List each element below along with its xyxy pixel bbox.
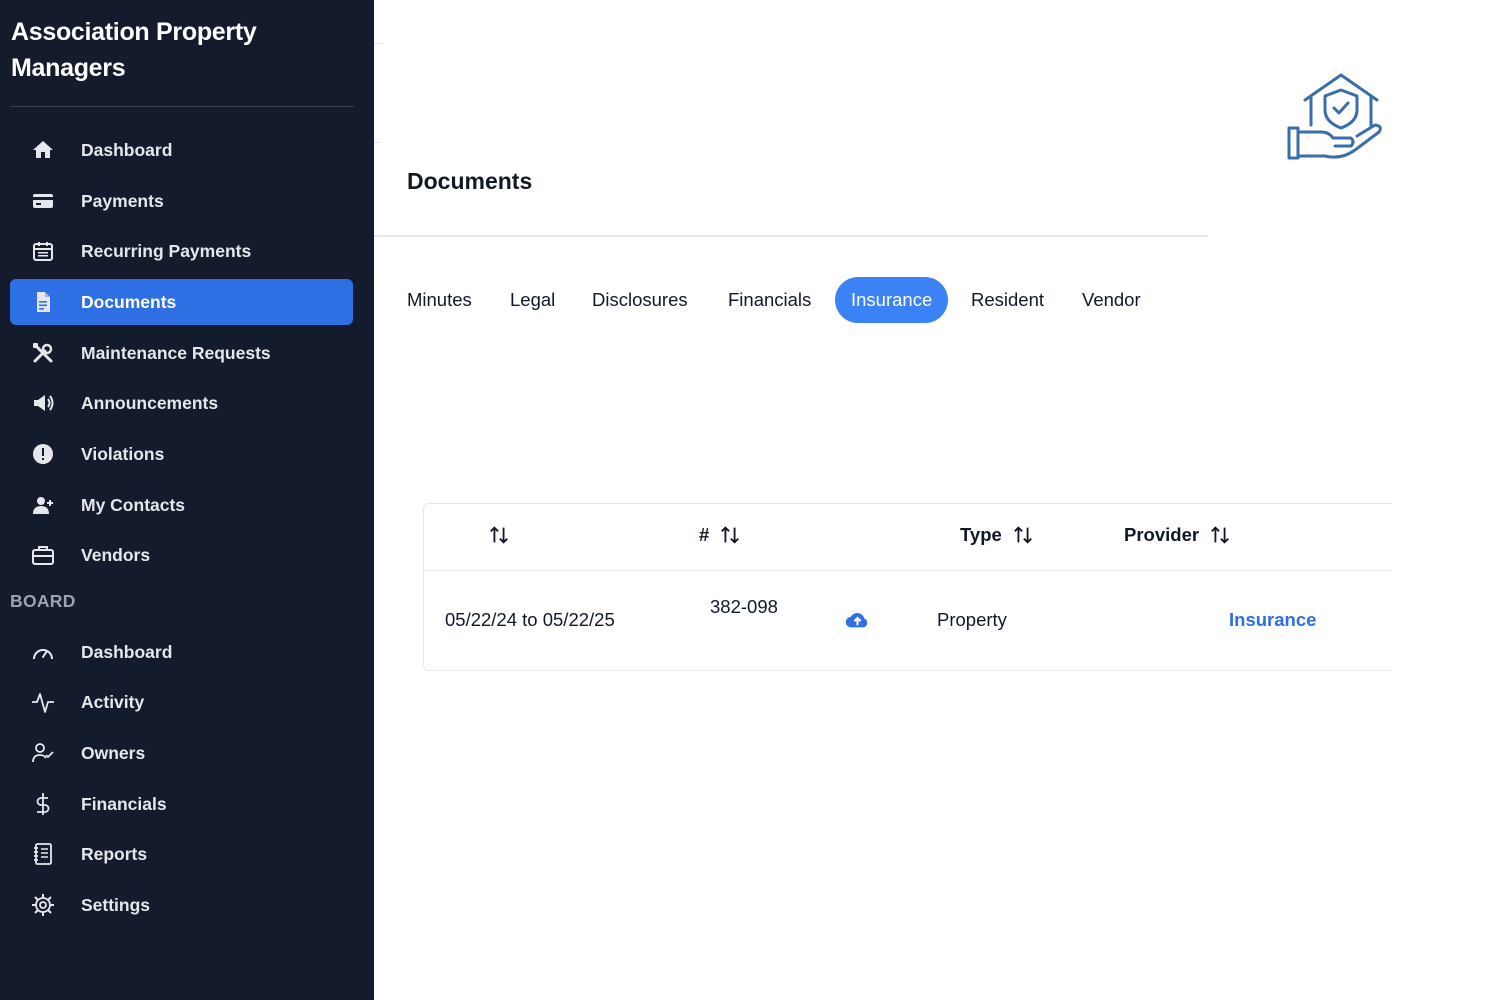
sidebar-item-financials[interactable]: Financials xyxy=(10,781,353,827)
sidebar-divider xyxy=(10,106,354,107)
cell-type: Property xyxy=(937,609,1007,630)
sidebar-item-maintenance-requests[interactable]: Maintenance Requests xyxy=(10,330,353,376)
header-divider xyxy=(374,235,1208,237)
column-header-label: Provider xyxy=(1124,524,1200,545)
column-header-date[interactable] xyxy=(478,524,510,546)
sidebar-item-settings[interactable]: Settings xyxy=(10,882,353,928)
sidebar-item-label: My Contacts xyxy=(81,494,186,515)
sort-icon xyxy=(1013,526,1032,544)
calendar-icon xyxy=(30,238,56,264)
column-header-label: Type xyxy=(960,524,1002,545)
tab-disclosures[interactable]: Disclosures xyxy=(592,277,688,323)
sidebar-item-label: Maintenance Requests xyxy=(81,342,271,363)
cell-provider-link[interactable]: Insurance xyxy=(1229,609,1316,631)
board-section-label: BOARD xyxy=(10,591,76,611)
sidebar-item-label: Settings xyxy=(81,894,151,915)
tab-vendor[interactable]: Vendor xyxy=(1082,277,1141,323)
home-icon xyxy=(30,137,56,163)
tab-financials[interactable]: Financials xyxy=(728,277,811,323)
tab-minutes[interactable]: Minutes xyxy=(407,277,472,323)
sidebar-item-activity[interactable]: Activity xyxy=(10,679,353,725)
sidebar-item-recurring-payments[interactable]: Recurring Payments xyxy=(10,228,353,274)
sidebar: Association Property Managers Dashboard … xyxy=(0,0,374,1000)
sidebar-item-documents[interactable]: Documents xyxy=(10,279,353,325)
divider xyxy=(374,142,380,143)
activity-icon xyxy=(30,689,56,715)
user-plus-icon xyxy=(30,492,56,518)
page-title: Documents xyxy=(407,168,533,194)
sidebar-item-announcements[interactable]: Announcements xyxy=(10,380,353,426)
sidebar-item-payments[interactable]: Payments xyxy=(10,178,353,224)
credit-card-icon xyxy=(30,188,56,214)
table-header-divider xyxy=(424,570,1392,571)
tab-resident[interactable]: Resident xyxy=(971,277,1044,323)
wrench-screwdriver-icon xyxy=(30,340,56,366)
dollar-icon xyxy=(30,791,56,817)
sidebar-item-label: Recurring Payments xyxy=(81,240,252,261)
sidebar-item-owners[interactable]: Owners xyxy=(10,730,353,776)
briefcase-icon xyxy=(30,542,56,568)
sidebar-item-label: Violations xyxy=(81,443,165,464)
divider xyxy=(374,43,383,44)
sidebar-item-dashboard[interactable]: Dashboard xyxy=(10,127,353,173)
sidebar-item-reports[interactable]: Reports xyxy=(10,831,353,877)
app-title: Association Property Managers xyxy=(11,18,257,82)
column-header-number[interactable]: # xyxy=(699,524,741,546)
sort-icon xyxy=(490,526,508,544)
sidebar-item-label: Payments xyxy=(81,190,164,211)
sidebar-item-label: Vendors xyxy=(81,544,151,565)
gauge-icon xyxy=(30,639,56,665)
sidebar-item-violations[interactable]: Violations xyxy=(10,431,353,477)
column-header-provider[interactable]: Provider xyxy=(1124,524,1231,546)
sidebar-item-label: Documents xyxy=(81,291,177,312)
sidebar-item-board-dashboard[interactable]: Dashboard xyxy=(10,629,353,675)
column-header-label: # xyxy=(699,524,710,545)
cell-date-range: 05/22/24 to 05/22/25 xyxy=(445,609,615,630)
megaphone-icon xyxy=(30,390,56,416)
sidebar-item-label: Announcements xyxy=(81,392,219,413)
insurance-house-hand-icon xyxy=(1285,70,1385,170)
cell-number: 382-098 xyxy=(710,596,778,617)
notebook-icon xyxy=(30,841,56,867)
page-edge-mask xyxy=(1392,480,1486,700)
sidebar-item-vendors[interactable]: Vendors xyxy=(10,532,353,578)
sidebar-item-my-contacts[interactable]: My Contacts xyxy=(10,482,353,528)
tab-legal[interactable]: Legal xyxy=(510,277,555,323)
sidebar-item-label: Owners xyxy=(81,742,146,763)
user-check-icon xyxy=(30,740,56,766)
sidebar-item-label: Financials xyxy=(81,793,167,814)
document-icon xyxy=(30,289,56,315)
column-header-type[interactable]: Type xyxy=(960,524,1034,546)
alert-circle-icon xyxy=(30,441,56,467)
sidebar-item-label: Activity xyxy=(81,691,145,712)
sort-icon xyxy=(721,526,740,544)
tab-insurance[interactable]: Insurance xyxy=(835,277,949,323)
sidebar-item-label: Reports xyxy=(81,843,148,864)
sidebar-item-label: Dashboard xyxy=(81,641,173,662)
cloud-upload-icon[interactable] xyxy=(845,608,870,635)
sidebar-item-label: Dashboard xyxy=(81,139,173,160)
sort-icon xyxy=(1211,526,1229,544)
documents-table xyxy=(423,503,1414,671)
gear-icon xyxy=(30,892,56,918)
